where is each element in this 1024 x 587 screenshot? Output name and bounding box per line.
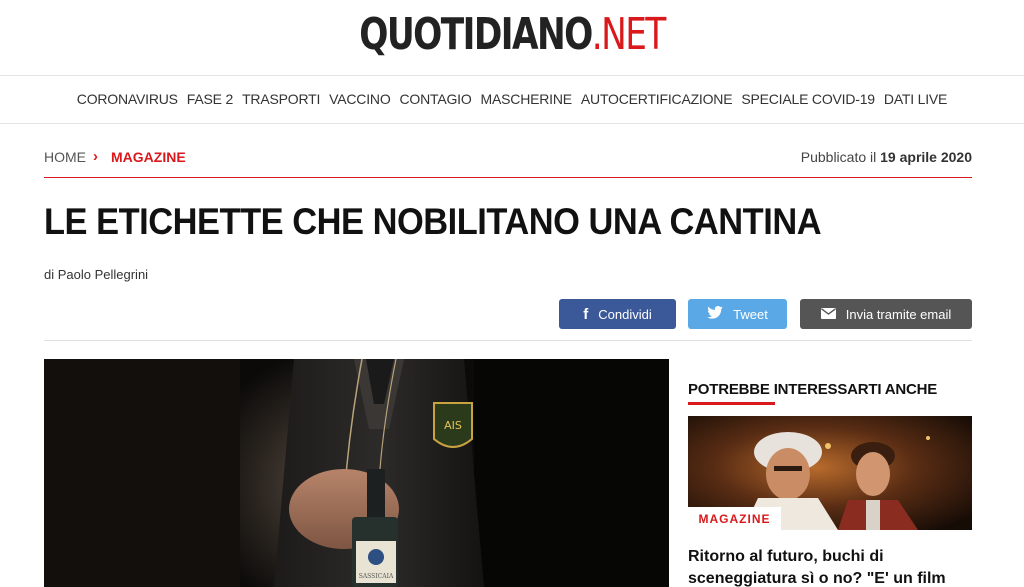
main-nav: CORONAVIRUS FASE 2 TRASPORTI VACCINO CON… [0, 76, 1024, 124]
nav-item-dati-live[interactable]: DATI LIVE [884, 91, 947, 107]
share-twitter-label: Tweet [733, 306, 768, 322]
twitter-icon [707, 305, 723, 323]
share-email-label: Invia tramite email [845, 306, 952, 322]
nav-item-coronavirus[interactable]: CORONAVIRUS [77, 91, 178, 107]
article-title: LE ETICHETTE CHE NOBILITANO UNA CANTINA [44, 201, 822, 242]
email-icon [820, 306, 836, 323]
breadcrumb: HOME › MAGAZINE Pubblicato il 19 aprile … [44, 148, 972, 178]
sommelier-photo: AIS SASSICAIA [44, 359, 669, 587]
nav-item-autocertificazione[interactable]: AUTOCERTIFICAZIONE [581, 91, 733, 107]
nav-item-fase-2[interactable]: FASE 2 [187, 91, 233, 107]
nav-list: CORONAVIRUS FASE 2 TRASPORTI VACCINO CON… [0, 91, 1024, 107]
article-hero-image: AIS SASSICAIA [44, 359, 669, 587]
related-card-badge[interactable]: MAGAZINE [688, 507, 781, 530]
nav-item-contagio[interactable]: CONTAGIO [400, 91, 472, 107]
nav-item-vaccino[interactable]: VACCINO [329, 91, 391, 107]
breadcrumb-home[interactable]: HOME [44, 149, 86, 165]
logo-main: QUOTIDIANO [359, 9, 593, 60]
site-header: QUOTIDIANO.NET [0, 0, 1024, 76]
site-logo[interactable]: QUOTIDIANO.NET [113, 10, 912, 60]
nav-item-trasporti[interactable]: TRASPORTI [242, 91, 320, 107]
article-author: di Paolo Pellegrini [44, 267, 149, 282]
publish-date-value: 19 aprile 2020 [880, 149, 972, 165]
breadcrumb-separator: › [93, 148, 98, 165]
nav-item-mascherine[interactable]: MASCHERINE [481, 91, 573, 107]
breadcrumb-section[interactable]: MAGAZINE [111, 149, 186, 165]
facebook-icon: f [583, 305, 589, 323]
related-title-underline [688, 402, 775, 405]
share-email-button[interactable]: Invia tramite email [800, 299, 972, 329]
svg-text:AIS: AIS [444, 419, 462, 432]
share-facebook-label: Condividi [598, 306, 652, 322]
share-facebook-button[interactable]: f Condividi [559, 299, 676, 329]
publish-date: Pubblicato il 19 aprile 2020 [801, 149, 972, 165]
svg-text:SASSICAIA: SASSICAIA [359, 573, 394, 580]
logo-suffix: .NET [591, 9, 667, 60]
share-divider [44, 340, 972, 341]
related-section-title: POTREBBE INTERESSARTI ANCHE [688, 381, 938, 398]
publish-prefix: Pubblicato il [800, 149, 877, 165]
nav-item-speciale-covid[interactable]: SPECIALE COVID-19 [741, 91, 875, 107]
related-card-title[interactable]: Ritorno al futuro, buchi di sceneggiatur… [688, 546, 972, 587]
share-twitter-button[interactable]: Tweet [688, 299, 787, 329]
